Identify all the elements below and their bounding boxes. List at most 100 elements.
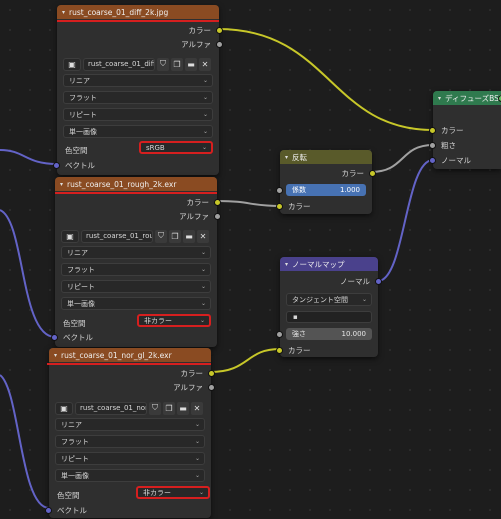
input-strength-socket[interactable] bbox=[276, 331, 283, 338]
output-alpha-socket[interactable] bbox=[216, 41, 223, 48]
input-normal-socket[interactable] bbox=[429, 157, 436, 164]
extension-dropdown[interactable]: リピート ⌄ bbox=[61, 280, 211, 293]
input-vector-row: ベクトル bbox=[65, 158, 95, 172]
close-icon[interactable]: ✕ bbox=[199, 57, 211, 71]
colorspace-dropdown[interactable]: sRGB ⌄ bbox=[139, 141, 213, 154]
output-color-socket[interactable] bbox=[214, 199, 221, 206]
source-dropdown[interactable]: 単一画像 ⌄ bbox=[55, 469, 205, 482]
folder-icon[interactable]: ▬ bbox=[183, 229, 195, 243]
node-header[interactable]: ▾ rust_coarse_01_diff_2k.jpg bbox=[57, 5, 219, 22]
image-name-field[interactable]: rust_coarse_01_nor... bbox=[75, 401, 147, 415]
image-icon[interactable]: ▣ bbox=[55, 401, 73, 415]
image-icon[interactable]: ▣ bbox=[61, 229, 79, 243]
link-rough-to-invert bbox=[217, 200, 281, 207]
output-label: ノーマル bbox=[340, 276, 370, 286]
output-color-row: カラー bbox=[187, 195, 210, 209]
shield-icon[interactable]: ⛉ bbox=[157, 57, 169, 71]
copy-icon[interactable]: ❐ bbox=[171, 57, 183, 71]
node-header[interactable]: ▾ ノーマルマップ bbox=[280, 257, 378, 271]
extension-dropdown[interactable]: リピート ⌄ bbox=[63, 108, 213, 121]
chevron-down-icon: ⌄ bbox=[200, 300, 206, 307]
factor-label: 係数 bbox=[292, 186, 306, 194]
chevron-down-icon[interactable]: ▾ bbox=[438, 95, 441, 102]
copy-icon[interactable]: ❐ bbox=[163, 401, 175, 415]
image-texture-node-rough[interactable]: ▾ rust_coarse_01_rough_2k.exr カラー アルファ ▣… bbox=[51, 177, 221, 347]
projection-dropdown[interactable]: フラット ⌄ bbox=[63, 91, 213, 104]
colorspace-dropdown[interactable]: 非カラー ⌄ bbox=[137, 314, 211, 327]
copy-icon[interactable]: ❐ bbox=[169, 229, 181, 243]
link-diff-to-diffuse bbox=[217, 28, 434, 131]
input-label: カラー bbox=[288, 345, 311, 355]
chevron-down-icon: ⌄ bbox=[200, 249, 206, 256]
projection-dropdown[interactable]: フラット ⌄ bbox=[61, 263, 211, 276]
image-texture-node-diff[interactable]: ▾ rust_coarse_01_diff_2k.jpg カラー アルファ ▣ … bbox=[53, 5, 223, 175]
source-dropdown[interactable]: 単一画像 ⌄ bbox=[63, 125, 213, 138]
node-header[interactable]: ▾ rust_coarse_01_nor_gl_2k.exr bbox=[47, 348, 211, 365]
projection-dropdown[interactable]: フラット ⌄ bbox=[55, 435, 205, 448]
image-name-field[interactable]: rust_coarse_01_diff... bbox=[83, 57, 155, 71]
shield-icon[interactable]: ⛉ bbox=[149, 401, 161, 415]
input-color-socket[interactable] bbox=[276, 203, 283, 210]
image-texture-node-normal[interactable]: ▾ rust_coarse_01_nor_gl_2k.exr カラー アルファ … bbox=[45, 348, 215, 518]
output-label: カラー bbox=[186, 197, 210, 207]
extension-dropdown[interactable]: リピート ⌄ bbox=[55, 452, 205, 465]
input-label: ベクトル bbox=[65, 160, 95, 170]
chevron-down-icon: ⌄ bbox=[202, 94, 208, 101]
chevron-down-icon: ⌄ bbox=[201, 144, 207, 151]
image-selector-row: ▣ rust_coarse_01_rou... ⛉ ❐ ▬ ✕ bbox=[61, 229, 209, 243]
highlight-underline bbox=[47, 363, 211, 365]
interpolation-dropdown[interactable]: リニア ⌄ bbox=[63, 74, 213, 87]
output-color-socket[interactable] bbox=[369, 170, 376, 177]
chevron-down-icon[interactable]: ▾ bbox=[62, 9, 65, 16]
strength-label: 強さ bbox=[292, 330, 306, 338]
image-icon[interactable]: ▣ bbox=[63, 57, 81, 71]
node-header[interactable]: ▾ 反転 bbox=[280, 150, 372, 164]
folder-icon[interactable]: ▬ bbox=[185, 57, 197, 71]
chevron-down-icon: ⌄ bbox=[202, 77, 208, 84]
input-label: ベクトル bbox=[57, 505, 87, 515]
factor-slider[interactable]: 係数 1.000 bbox=[286, 184, 366, 196]
strength-slider[interactable]: 強さ 10.000 bbox=[286, 328, 372, 340]
chevron-down-icon: ⌄ bbox=[202, 111, 208, 118]
space-dropdown[interactable]: タンジェント空間 ⌄ bbox=[286, 293, 372, 306]
interpolation-dropdown[interactable]: リニア ⌄ bbox=[55, 418, 205, 431]
input-color-socket[interactable] bbox=[276, 347, 283, 354]
chevron-down-icon[interactable]: ▾ bbox=[285, 261, 288, 268]
chevron-down-icon[interactable]: ▾ bbox=[54, 352, 57, 359]
input-vector-socket[interactable] bbox=[51, 334, 58, 341]
output-normal-socket[interactable] bbox=[375, 278, 382, 285]
close-icon[interactable]: ✕ bbox=[197, 229, 209, 243]
image-name-field[interactable]: rust_coarse_01_rou... bbox=[81, 229, 153, 243]
input-color-socket[interactable] bbox=[429, 127, 436, 134]
shield-icon[interactable]: ⛉ bbox=[155, 229, 167, 243]
output-color-socket[interactable] bbox=[208, 370, 215, 377]
factor-value: 1.000 bbox=[339, 186, 360, 194]
chevron-down-icon[interactable]: ▾ bbox=[60, 181, 63, 188]
output-alpha-socket[interactable] bbox=[208, 384, 215, 391]
chevron-down-icon[interactable]: ▾ bbox=[285, 154, 288, 161]
folder-icon[interactable]: ▬ bbox=[177, 401, 189, 415]
output-color-socket[interactable] bbox=[216, 27, 223, 34]
close-icon[interactable]: ✕ bbox=[191, 401, 203, 415]
chevron-down-icon: ⌄ bbox=[200, 266, 206, 273]
uv-map-field[interactable]: ▪ bbox=[286, 311, 372, 323]
strength-value: 10.000 bbox=[341, 330, 367, 338]
input-vector-row: ベクトル bbox=[63, 330, 93, 344]
output-alpha-row: アルファ bbox=[179, 209, 209, 223]
invert-node[interactable]: ▾ 反転 カラー 係数 1.000 カラー bbox=[276, 150, 376, 214]
colorspace-dropdown[interactable]: 非カラー ⌄ bbox=[136, 486, 210, 499]
node-title: 反転 bbox=[292, 152, 308, 162]
normal-map-node[interactable]: ▾ ノーマルマップ ノーマル タンジェント空間 ⌄ ▪ 強さ 10.000 カラー bbox=[276, 257, 382, 357]
node-header[interactable]: ▾ ディフューズBSDF bbox=[433, 91, 501, 105]
link-nor-to-normalmap bbox=[209, 348, 281, 373]
node-header[interactable]: ▾ rust_coarse_01_rough_2k.exr bbox=[55, 177, 217, 194]
input-vector-socket[interactable] bbox=[45, 507, 52, 514]
input-roughness-socket[interactable] bbox=[429, 142, 436, 149]
source-dropdown[interactable]: 単一画像 ⌄ bbox=[61, 297, 211, 310]
output-alpha-socket[interactable] bbox=[214, 213, 221, 220]
interpolation-dropdown[interactable]: リニア ⌄ bbox=[61, 246, 211, 259]
link-vector-to-nor bbox=[0, 374, 50, 509]
input-factor-socket[interactable] bbox=[276, 187, 283, 194]
input-vector-socket[interactable] bbox=[53, 162, 60, 169]
diffuse-bsdf-node[interactable]: ▾ ディフューズBSDF カラー 粗さ ノーマル bbox=[429, 91, 501, 169]
